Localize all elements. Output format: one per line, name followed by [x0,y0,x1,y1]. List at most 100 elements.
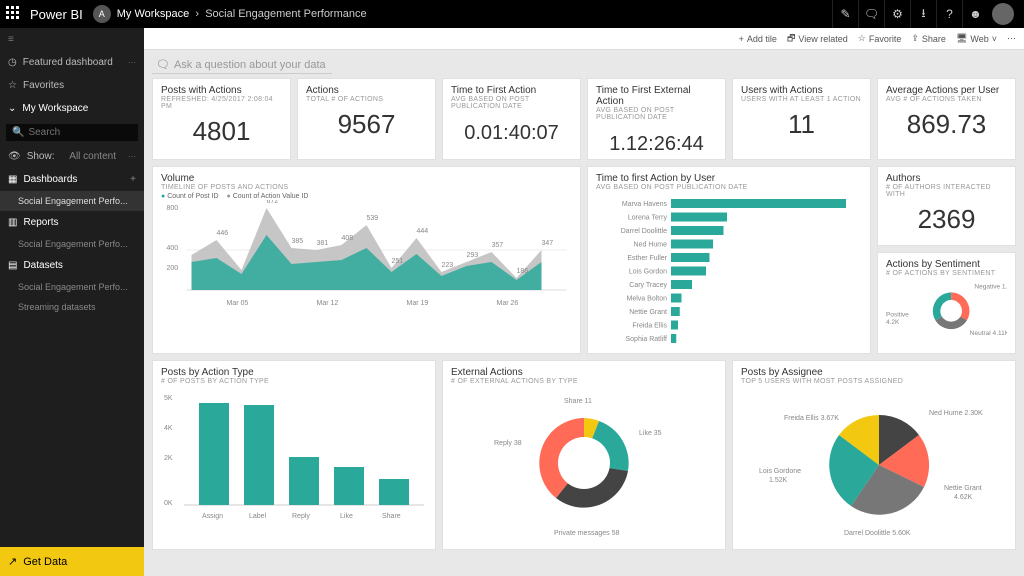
card-title: Volume [161,173,572,184]
svg-text:Reply: Reply [292,513,310,520]
card-subtitle: AVG BASED ON POST PUBLICATION DATE [596,107,717,121]
favorite-button[interactable]: ☆ Favorite [858,33,902,44]
get-data-button[interactable]: ↗Get Data [0,547,144,576]
svg-text:Esther Fuller: Esther Fuller [627,255,667,262]
svg-text:5K: 5K [164,395,173,402]
assignee-chart[interactable]: Posts by Assignee TOP 5 USERS WITH MOST … [732,360,1016,550]
search-icon: 🔍 [12,127,24,138]
svg-text:Mar 05: Mar 05 [227,300,249,307]
svg-text:Like: Like [340,513,353,520]
search-input[interactable] [28,127,118,138]
sidebar-item-label: Featured dashboard [23,57,113,68]
sidebar-search[interactable]: 🔍 [6,124,138,141]
more-icon[interactable]: ⋯ [1007,33,1016,44]
sidebar-datasets-header[interactable]: ▤Datasets [0,254,144,277]
card-title: Users with Actions [741,85,862,96]
volume-chart[interactable]: Volume TIMELINE OF POSTS AND ACTIONS Cou… [152,166,581,354]
legend-item: Count of Post ID [161,193,219,200]
svg-text:347: 347 [542,240,554,247]
kpi-posts-actions[interactable]: Posts with ActionsREFRESHED: 4/25/2017 2… [152,78,291,160]
svg-text:539: 539 [367,215,379,222]
sentiment-chart[interactable]: Actions by Sentiment # OF ACTIONS BY SEN… [877,252,1016,354]
sidebar-item-label: Social Engagement Perfo... [18,196,128,206]
cmd-label: Add tile [747,34,777,44]
app-launcher-icon[interactable] [6,6,22,22]
svg-text:Lorena Terry: Lorena Terry [628,215,668,222]
posts-action-chart[interactable]: Posts by Action Type # OF POSTS BY ACTIO… [152,360,436,550]
card-title: Actions [306,85,427,96]
svg-text:293: 293 [467,252,479,259]
cmd-label: Share [922,34,946,44]
sidebar-dataset-item[interactable]: Social Engagement Perfo... [0,277,144,297]
kpi-time-first-action[interactable]: Time to First ActionAVG BASED ON POST PU… [442,78,581,160]
sidebar-streaming-item[interactable]: Streaming datasets [0,297,144,317]
sidebar-item-label: Favorites [23,80,64,91]
kpi-actions[interactable]: ActionsTOTAL # OF ACTIONS9567 [297,78,436,160]
card-subtitle: # OF ACTIONS BY SENTIMENT [886,270,1007,277]
breadcrumb-page: Social Engagement Performance [205,8,366,20]
sidebar-favorites[interactable]: ☆Favorites [0,74,144,97]
svg-text:800: 800 [167,205,179,212]
sidebar-show-filter[interactable]: 👁Show: All content⋯ [0,145,144,168]
kpi-avg-actions-user[interactable]: Average Actions per UserAVG # OF ACTIONS… [877,78,1016,160]
svg-text:2K: 2K [164,455,173,462]
kpi-value: 1.12:26:44 [596,121,717,158]
share-button[interactable]: ⇪ Share [911,33,946,44]
svg-text:1.52K: 1.52K [769,477,788,484]
breadcrumb-workspace[interactable]: My Workspace [117,8,190,20]
sidebar-item-label: Social Engagement Perfo... [18,282,128,292]
qna-input[interactable]: 🗨 Ask a question about your data [152,56,332,74]
sidebar-dashboards-header[interactable]: ▦Dashboards+ [0,168,144,191]
dataset-icon: ▤ [8,260,17,271]
kpi-time-first-ext-action[interactable]: Time to First External ActionAVG BASED O… [587,78,726,160]
card-subtitle: REFRESHED: 4/25/2017 2:08:04 PM [161,96,282,110]
kpi-users-actions[interactable]: Users with ActionsUSERS WITH AT LEAST 1 … [732,78,871,160]
svg-text:446: 446 [217,230,229,237]
sidebar-featured[interactable]: ◷Featured dashboard⋯ [0,51,144,74]
sidebar-dashboard-item[interactable]: Social Engagement Perfo... [0,191,144,211]
slice-label: Darrel Doolittle 5.60K [844,530,911,537]
chat-icon[interactable]: 🗨 [858,0,884,28]
svg-text:186: 186 [517,268,529,275]
card-title: Posts with Actions [161,85,282,96]
collapse-icon[interactable]: ≡ [0,28,144,51]
sidebar-item-label: My Workspace [22,103,88,114]
feedback-icon[interactable]: ☻ [962,0,988,28]
view-related-button[interactable]: 🗗 View related [787,31,848,47]
show-value: All content [69,151,116,162]
svg-text:251: 251 [392,258,404,265]
sidebar-reports-header[interactable]: ▥Reports [0,211,144,234]
svg-text:672: 672 [267,200,279,205]
svg-text:Cary Tracey: Cary Tracey [629,282,667,289]
add-tile-button[interactable]: + Add tile [739,34,777,44]
main-canvas: + Add tile 🗗 View related ☆ Favorite ⇪ S… [144,28,1024,576]
kpi-authors[interactable]: Authors# OF AUTHORS INTERACTED WITH2369 [877,166,1016,246]
svg-text:Label: Label [249,513,267,520]
command-bar: + Add tile 🗗 View related ☆ Favorite ⇪ S… [144,28,1024,50]
breadcrumb: My Workspace › Social Engagement Perform… [117,8,367,20]
sidebar-report-item[interactable]: Social Engagement Perfo... [0,234,144,254]
web-dropdown[interactable]: 🖥 Web ˅ [956,33,997,44]
svg-text:Mar 12: Mar 12 [317,300,339,307]
sidebar-workspace[interactable]: ⌄My Workspace [0,97,144,120]
card-title: Average Actions per User [886,85,1007,96]
svg-text:Marva Havens: Marva Havens [622,201,668,208]
card-title: Posts by Action Type [161,367,427,378]
svg-text:Mar 26: Mar 26 [497,300,519,307]
add-icon[interactable]: + [130,174,136,185]
svg-text:0K: 0K [164,500,173,507]
svg-text:Nettie Grant: Nettie Grant [629,309,667,316]
tfa-user-chart[interactable]: Time to first Action by User AVG BASED O… [587,166,871,354]
card-title: Authors [886,173,1007,184]
svg-text:Lois Gordon: Lois Gordon [629,269,667,276]
help-icon[interactable]: ? [936,0,962,28]
kpi-value: 4801 [161,110,282,149]
cmd-label: Favorite [869,34,902,44]
user-avatar-icon[interactable] [992,3,1014,25]
gear-icon[interactable]: ⚙ [884,0,910,28]
external-actions-chart[interactable]: External Actions # OF EXTERNAL ACTIONS B… [442,360,726,550]
svg-text:Darrel Doolittle: Darrel Doolittle [621,228,667,235]
download-icon[interactable]: ⭳ [910,0,936,28]
card-subtitle: AVG # OF ACTIONS TAKEN [886,96,1007,103]
edit-icon[interactable]: ✎ [832,0,858,28]
